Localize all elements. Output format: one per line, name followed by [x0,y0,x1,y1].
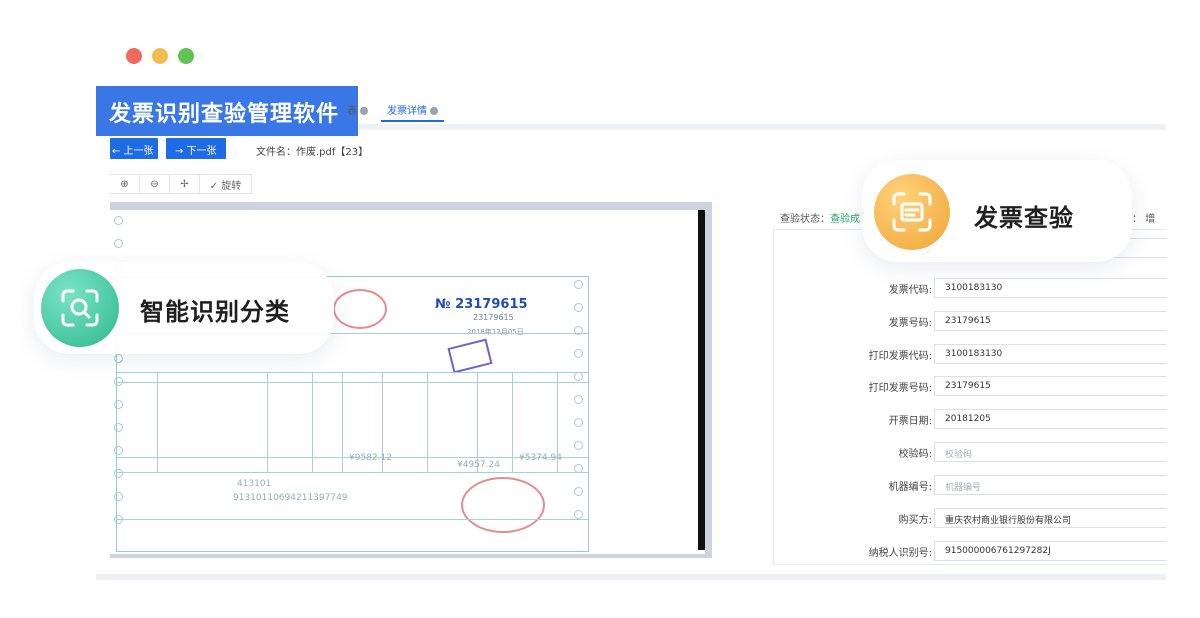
smart-recognition-label: 智能识别分类 [140,298,290,326]
smart-recognition-badge: 智能识别分类 [34,262,334,354]
invoice-verify-label: 发票查验 [974,204,1074,232]
form-row: 打印发票号码: 23179615 [774,376,1167,396]
app-title: 发票识别查验管理软件 [96,86,358,136]
invoice-tax: ¥5374.94 [519,453,562,463]
machine-number-field[interactable]: 机器编号 [934,475,1167,495]
invoice-date: 2018年12月05日 [467,328,524,336]
verify-status-value: 查验成 [830,214,860,225]
prev-invoice-button[interactable]: ← 上一张 [110,138,158,159]
next-invoice-button[interactable]: → 下一张 [166,138,226,159]
field-label: 发票代码: [888,285,932,296]
form-row: 发票代码: 3100183130 [774,278,1167,298]
taxpayer-id-field[interactable]: 915000006761297282J [934,541,1167,561]
invoice-preview[interactable]: № 23179615 23179615 2018年12月05日 ¥9582.12… [110,202,712,558]
close-dot[interactable] [126,48,142,64]
file-name: 文件名：作废.pdf【23】 [256,147,369,158]
red-seal [461,477,545,533]
scan-document-icon [874,174,950,250]
invoice-verify-badge: 发票查验 [862,160,1132,262]
zoom-in-icon[interactable]: ⊕ [110,174,140,194]
buyer-field[interactable]: 重庆农村商业银行股份有限公司 [934,508,1167,528]
form-row: 购买方: 重庆农村商业银行股份有限公司 [774,508,1167,528]
issue-date-field[interactable]: 20181205 [934,409,1167,429]
field-label: 校验码: [898,449,932,460]
zoom-out-icon[interactable]: ⊖ [140,174,170,194]
form-row: 纳税人识别号: 915000006761297282J [774,541,1167,561]
tab-invoice-detail-label: 发票详情 [387,106,427,117]
form-row: 机器编号: 机器编号 [774,475,1167,495]
form-row: 校验码: 校验码 [774,442,1167,462]
invoice-code-field[interactable]: 3100183130 [934,278,1167,298]
field-label: 发票号码: [888,318,932,329]
invoice-buyer-id: 91310110694211397749 [233,493,348,503]
tab-list-label: 表 [347,106,357,117]
viewer-toolbar: ⊕ ⊖ ✢ ✓ 旋转 [110,174,252,194]
invoice-code: 23179615 [473,313,514,322]
invoice-detail-form: 发 发票代码: 3100183130 发票号码: 23179615 打印发票代码… [773,229,1167,565]
form-row: 发票号码: 23179615 [774,311,1167,331]
form-row: 打印发票代码: 3100183130 [774,344,1167,364]
print-invoice-number-field[interactable]: 23179615 [934,376,1167,396]
tab-invoice-detail[interactable]: 发票详情 [381,96,444,122]
close-icon[interactable] [430,107,438,115]
rotate-button[interactable]: ✓ 旋转 [200,174,252,194]
minimize-dot[interactable] [152,48,168,64]
verify-status: 查验状态：查验成 [780,210,860,225]
field-label: 纳税人识别号: [868,548,932,559]
field-label: 购买方: [898,515,932,526]
print-invoice-code-field[interactable]: 3100183130 [934,344,1167,364]
scan-search-icon [41,269,119,347]
tab-list[interactable]: 表 [341,96,374,122]
invoice-seller-id: 413101 [237,479,272,489]
invoice-total: ¥4957.24 [457,460,500,470]
invoice-number: № 23179615 [435,297,528,312]
red-seal [333,289,387,329]
verify-status-label: 查验状态： [780,214,830,225]
field-label: 机器编号: [888,482,932,493]
invoice-number-field[interactable]: 23179615 [934,311,1167,331]
invoice-subtotal: ¥9582.12 [349,453,392,463]
field-label: 打印发票代码: [868,351,932,362]
field-label: 开票日期: [888,416,932,427]
close-icon[interactable] [360,107,368,115]
form-row: 开票日期: 20181205 [774,409,1167,429]
purple-stamp [447,338,493,374]
maximize-dot[interactable] [178,48,194,64]
tab-divider [358,124,1166,130]
field-label: 打印发票号码: [868,383,932,394]
check-code-field[interactable]: 校验码 [934,442,1167,462]
scan-edge [698,210,705,550]
screenshot-stage: 发票识别查验管理软件 表 发票详情 ← 上一张 → 下一张 文件名：作废.pdf… [0,0,1200,618]
invoice-type-partial: ： 增 [1132,214,1156,225]
window-traffic-lights [126,48,194,64]
move-icon[interactable]: ✢ [170,174,200,194]
